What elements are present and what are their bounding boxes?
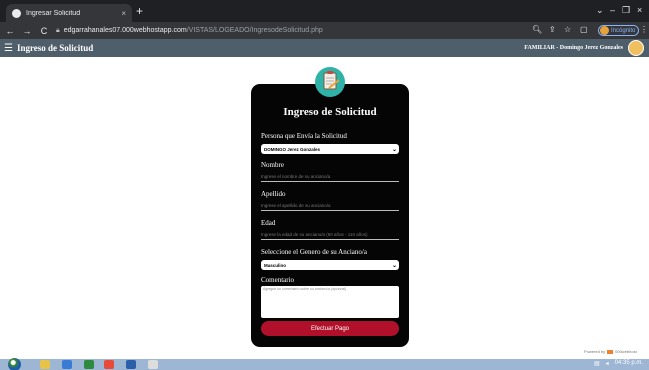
user-avatar[interactable] xyxy=(628,40,644,56)
hosting-text: Powered by xyxy=(584,349,606,354)
surname-input[interactable]: Ingrese el apellido de su anciano/a xyxy=(261,202,399,211)
gender-label: Seleccione el Genero de su Anciano/a xyxy=(261,248,367,256)
minimize-button[interactable]: – xyxy=(610,5,615,15)
url-host: edgarrahanales07.000webhostapp.com xyxy=(63,27,187,34)
comment-label: Comentario xyxy=(261,276,295,284)
share-icon[interactable]: ⇪ xyxy=(549,25,556,34)
chevron-down-icon: ⌄ xyxy=(391,262,397,269)
tab-view-icon[interactable]: ▢ xyxy=(580,25,588,34)
page-title: Ingreso de Solicitud xyxy=(16,43,94,53)
chevron-down-icon: ⌄ xyxy=(391,146,397,153)
tab-close-icon[interactable]: × xyxy=(121,9,126,18)
system-tray: ▤ ◂ 04:35 p.m. xyxy=(594,360,643,367)
maximize-button[interactable]: ❐ xyxy=(622,5,630,15)
new-tab-button[interactable]: + xyxy=(136,5,143,17)
browser-toolbar: ← → C 🔒︎ edgarrahanales07.000webhostapp.… xyxy=(0,22,649,39)
tab-search-icon[interactable]: ⌄ xyxy=(596,5,604,15)
site-favicon-icon xyxy=(12,8,21,18)
excel-app-icon[interactable] xyxy=(84,360,94,369)
browser-menu-icon[interactable]: ⋮ xyxy=(640,25,648,34)
url-path: /VISTAS/LOGEADO/IngresodeSolicitud.php xyxy=(186,27,323,34)
forward-arrow-icon[interactable]: → xyxy=(20,26,34,36)
window-close-button[interactable]: × xyxy=(637,5,642,15)
sender-selected-value: DOMINGO Jerez Gonzales xyxy=(264,146,321,152)
file-explorer-icon[interactable] xyxy=(40,360,50,369)
incognito-label: Incógnito xyxy=(611,27,636,34)
start-button[interactable] xyxy=(8,358,21,370)
reload-icon[interactable]: C xyxy=(37,26,51,36)
age-label: Edad xyxy=(261,219,276,227)
zoom-icon[interactable]: 🔍︎ xyxy=(532,25,542,34)
name-label: Nombre xyxy=(261,161,284,169)
network-icon[interactable]: ▤ xyxy=(594,360,600,367)
hamburger-menu-icon[interactable]: ☰ xyxy=(4,43,13,54)
volume-icon[interactable]: ◂ xyxy=(606,360,609,367)
tab-title: Ingresar Solicitud xyxy=(26,9,81,17)
incognito-badge[interactable]: Incógnito xyxy=(598,25,640,36)
age-input[interactable]: Ingrese la edad de su anciano/a (60 años… xyxy=(261,231,399,240)
sender-select[interactable]: DOMINGO Jerez Gonzales ⌄ xyxy=(261,144,399,154)
clock[interactable]: 04:35 p.m. xyxy=(615,360,643,367)
clipboard-logo-icon xyxy=(315,67,345,97)
incognito-avatar-icon xyxy=(600,26,609,35)
browser-tabbar: Ingresar Solicitud × + ⌄ – ❐ × xyxy=(0,0,649,22)
surname-label: Apellido xyxy=(261,190,286,198)
app-header: ☰ Ingreso de Solicitud FAMILIAR - Doming… xyxy=(0,39,649,57)
lock-icon: 🔒︎ xyxy=(56,26,60,34)
hosting-brand: 000webhost xyxy=(615,349,637,354)
back-arrow-icon[interactable]: ← xyxy=(3,26,17,36)
name-input[interactable]: Ingrese el nombre de su anciano/a xyxy=(261,173,399,182)
browser-tab[interactable]: Ingresar Solicitud × xyxy=(6,4,132,22)
browser-app-icon[interactable] xyxy=(62,360,72,369)
submit-payment-button[interactable]: Efectuar Pago xyxy=(261,321,399,336)
chrome-app-icon[interactable] xyxy=(104,360,114,369)
gender-selected-value: Masculino xyxy=(264,262,287,268)
bookmark-star-icon[interactable]: ☆ xyxy=(564,25,571,34)
app-icon[interactable] xyxy=(148,360,158,369)
comment-textarea[interactable]: Agregue un comentario sobre su anciano/a… xyxy=(261,286,399,318)
address-bar[interactable]: 🔒︎ edgarrahanales07.000webhostapp.com /V… xyxy=(56,22,323,39)
gender-select[interactable]: Masculino ⌄ xyxy=(261,260,399,270)
word-app-icon[interactable] xyxy=(126,360,136,369)
sender-label: Persona que Envía la Solicitud xyxy=(261,132,347,140)
hosting-badge[interactable]: Powered by 000webhost xyxy=(584,349,637,354)
user-name: FAMILIAR - Domingo Jerez Gonzales xyxy=(524,45,623,51)
form-title: Ingreso de Solicitud xyxy=(283,106,377,118)
hosting-logo-icon xyxy=(607,349,614,354)
request-form-card: Ingreso de Solicitud Persona que Envía l… xyxy=(251,84,409,347)
os-taskbar: ▤ ◂ 04:35 p.m. xyxy=(0,358,649,370)
